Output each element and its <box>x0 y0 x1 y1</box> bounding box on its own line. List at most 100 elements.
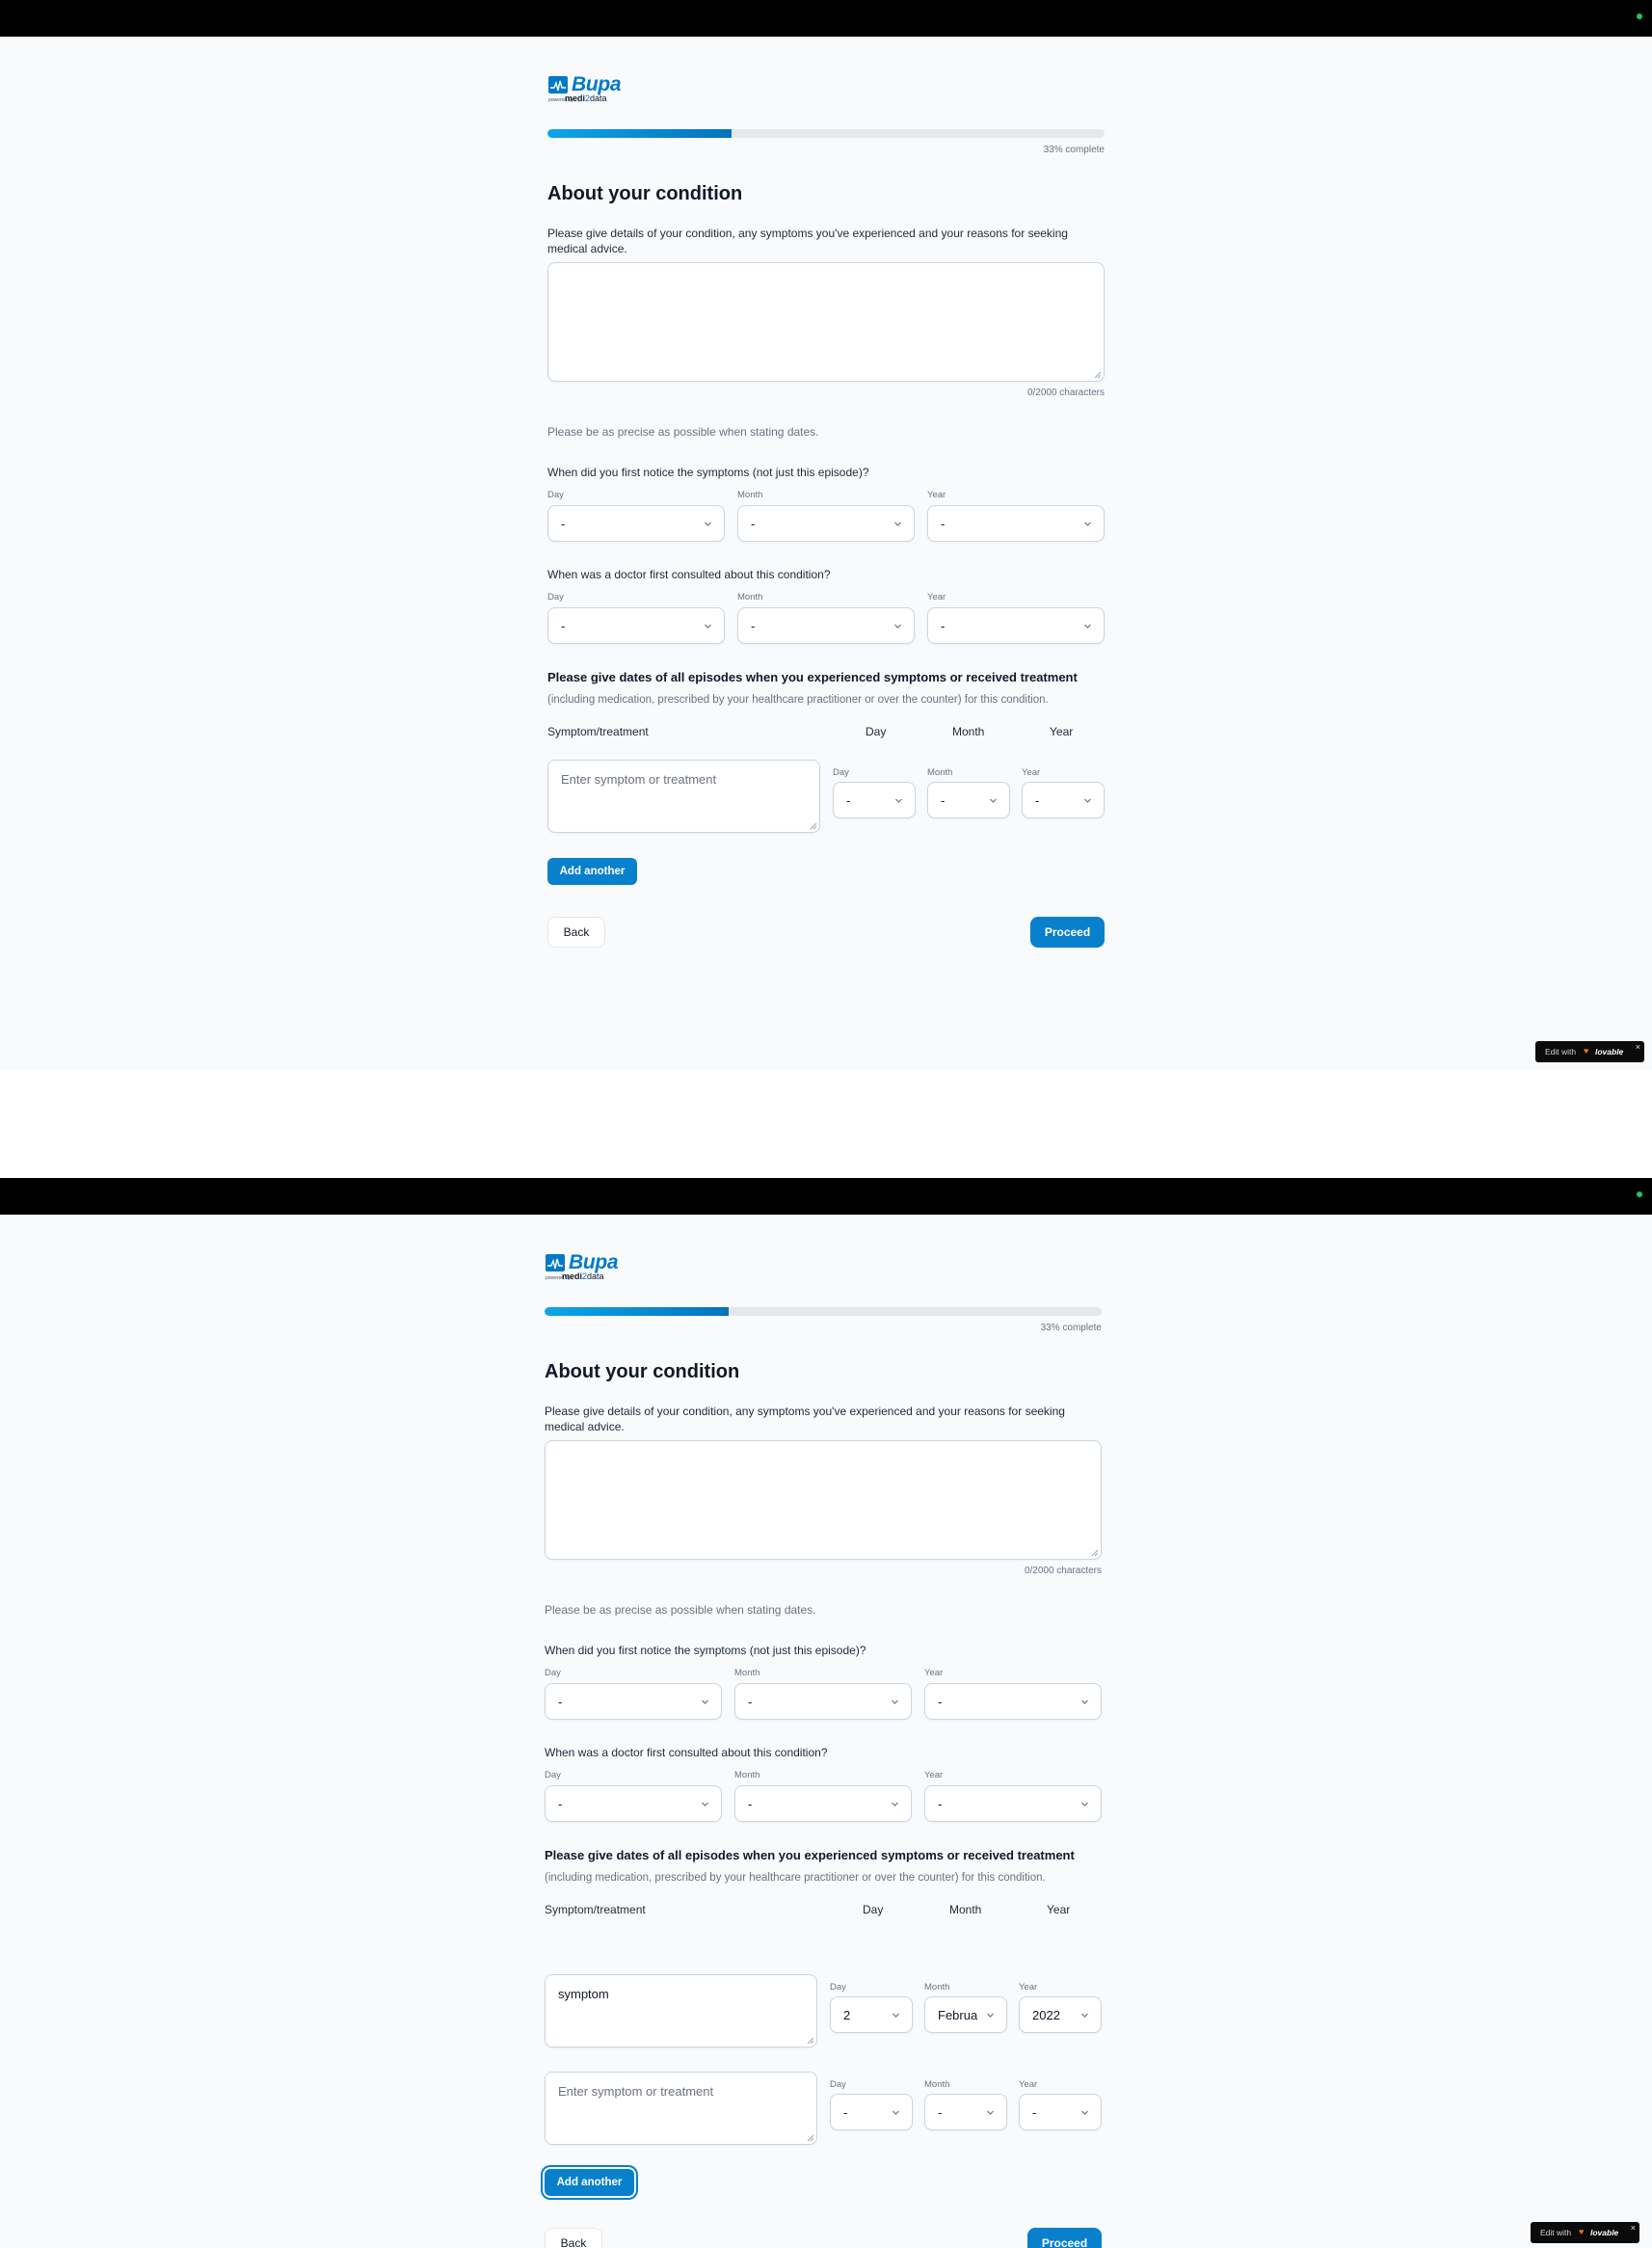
edit-with-lovable-badge[interactable]: Edit with ♥ lovable × <box>1531 2222 1639 2243</box>
chevron-down-icon <box>1084 798 1091 803</box>
progress-fill <box>545 1307 729 1316</box>
episode-year-select[interactable]: - <box>1022 782 1105 818</box>
doctor-month-select[interactable]: - <box>734 1785 912 1822</box>
partner-logo: medi2data <box>565 94 607 103</box>
add-another-button[interactable]: Add another <box>547 858 637 885</box>
resize-handle-icon[interactable] <box>810 822 817 830</box>
doctor-month-label: Month <box>734 1770 760 1780</box>
heart-icon: ♥ <box>1579 2227 1585 2236</box>
screenshot-gap <box>0 1070 1652 1178</box>
edit-with-lovable-badge[interactable]: Edit with ♥ lovable × <box>1535 1041 1644 1062</box>
condition-details-textarea[interactable] <box>547 262 1105 382</box>
doctor-day-select[interactable]: - <box>545 1785 722 1822</box>
first-noticed-month-select[interactable]: - <box>734 1683 912 1720</box>
first-noticed-year-label: Year <box>924 1668 944 1678</box>
heart-icon: ♥ <box>1584 1046 1589 1056</box>
first-noticed-year-select[interactable]: - <box>927 505 1105 542</box>
screenshot-2: Bupa powered by medi2data 33% complete A… <box>0 1178 1652 2248</box>
close-icon[interactable]: × <box>1631 2223 1636 2233</box>
doctor-year-select[interactable]: - <box>927 607 1105 644</box>
first-noticed-question: When did you first notice the symptoms (… <box>545 1644 866 1657</box>
back-button[interactable]: Back <box>547 917 605 948</box>
proceed-button[interactable]: Proceed <box>1030 917 1105 948</box>
bupa-heartbeat-icon <box>548 76 568 94</box>
episode-month-select[interactable]: - <box>924 2094 1007 2130</box>
episode-year-label: Year <box>1019 2079 1038 2090</box>
first-noticed-day-select[interactable]: - <box>545 1683 722 1720</box>
episodes-title: Please give dates of all episodes when y… <box>547 670 1078 684</box>
resize-handle-icon[interactable] <box>807 2037 814 2045</box>
resize-handle-icon[interactable] <box>1094 371 1102 379</box>
chevron-down-icon <box>702 1699 708 1704</box>
close-icon[interactable]: × <box>1636 1042 1640 1052</box>
bupa-logo: Bupa powered by medi2data <box>547 73 663 106</box>
resize-handle-icon[interactable] <box>807 2134 814 2142</box>
symptom-treatment-input[interactable]: symptom <box>545 1974 817 2047</box>
episode-month-label: Month <box>924 1982 950 1993</box>
first-noticed-month-select[interactable]: - <box>737 505 915 542</box>
chevron-down-icon <box>1081 1699 1088 1704</box>
chevron-down-icon <box>702 1802 708 1806</box>
symptom-column-header: Symptom/treatment <box>547 725 649 738</box>
chevron-down-icon <box>894 522 901 526</box>
first-noticed-question: When did you first notice the symptoms (… <box>547 466 869 479</box>
chevron-down-icon <box>1084 624 1091 629</box>
dates-hint: Please be as precise as possible when st… <box>545 1603 816 1617</box>
chevron-down-icon <box>705 522 711 526</box>
month-column-header: Month <box>949 1903 982 1916</box>
month-column-header: Month <box>952 725 985 738</box>
episode-month-select[interactable]: February <box>924 1996 1007 2033</box>
doctor-day-select[interactable]: - <box>547 607 725 644</box>
symptom-treatment-input[interactable]: Enter symptom or treatment <box>545 2072 817 2145</box>
episode-day-select[interactable]: - <box>830 2094 913 2130</box>
character-counter: 0/2000 characters <box>1024 1566 1102 1576</box>
top-bar <box>0 1178 1652 1215</box>
episode-day-select[interactable]: - <box>833 782 916 818</box>
episodes-subtitle: (including medication, prescribed by you… <box>545 1872 1046 1884</box>
doctor-year-label: Year <box>927 592 946 602</box>
doctor-year-select[interactable]: - <box>924 1785 1102 1822</box>
first-noticed-day-label: Day <box>545 1668 561 1678</box>
first-noticed-month-label: Month <box>737 490 763 500</box>
character-counter: 0/2000 characters <box>1026 388 1105 398</box>
episode-day-select[interactable]: 2 <box>830 1996 913 2033</box>
resize-handle-icon[interactable] <box>1091 1549 1099 1557</box>
episode-month-label: Month <box>924 2079 950 2090</box>
episode-day-label: Day <box>833 767 849 778</box>
chevron-down-icon <box>892 1802 898 1806</box>
year-column-header: Year <box>1050 725 1074 738</box>
proceed-button[interactable]: Proceed <box>1027 2228 1102 2248</box>
episode-day-label: Day <box>830 2079 846 2090</box>
first-noticed-year-label: Year <box>927 490 946 500</box>
progress-fill <box>547 129 732 138</box>
chevron-down-icon <box>705 624 711 629</box>
episodes-title: Please give dates of all episodes when y… <box>545 1848 1075 1862</box>
first-noticed-day-select[interactable]: - <box>547 505 725 542</box>
episode-year-select[interactable]: - <box>1019 2094 1102 2130</box>
day-column-header: Day <box>863 1903 884 1916</box>
doctor-month-select[interactable]: - <box>737 607 915 644</box>
add-another-button[interactable]: Add another <box>545 2169 634 2196</box>
episode-month-select[interactable]: - <box>927 782 1010 818</box>
doctor-year-label: Year <box>924 1770 944 1780</box>
episode-year-select[interactable]: 2022 <box>1019 1996 1102 2033</box>
status-dot-icon <box>1637 1191 1642 1197</box>
doctor-day-label: Day <box>545 1770 561 1780</box>
doctor-month-label: Month <box>737 592 763 602</box>
chevron-down-icon <box>987 2013 994 2018</box>
bupa-logo: Bupa powered by medi2data <box>545 1251 660 1284</box>
condition-details-textarea[interactable] <box>545 1440 1102 1560</box>
bupa-heartbeat-icon <box>546 1254 565 1271</box>
symptom-treatment-input[interactable]: Enter symptom or treatment <box>547 760 820 833</box>
progress-bar <box>545 1307 1102 1316</box>
first-noticed-year-select[interactable]: - <box>924 1683 1102 1720</box>
back-button[interactable]: Back <box>545 2228 602 2248</box>
symptom-column-header: Symptom/treatment <box>545 1903 646 1916</box>
chevron-down-icon <box>1084 522 1091 526</box>
chevron-down-icon <box>987 2110 994 2115</box>
year-column-header: Year <box>1047 1903 1071 1916</box>
chevron-down-icon <box>892 1699 898 1704</box>
page-title: About your condition <box>545 1361 740 1382</box>
chevron-down-icon <box>893 2110 899 2115</box>
dates-hint: Please be as precise as possible when st… <box>547 425 819 439</box>
